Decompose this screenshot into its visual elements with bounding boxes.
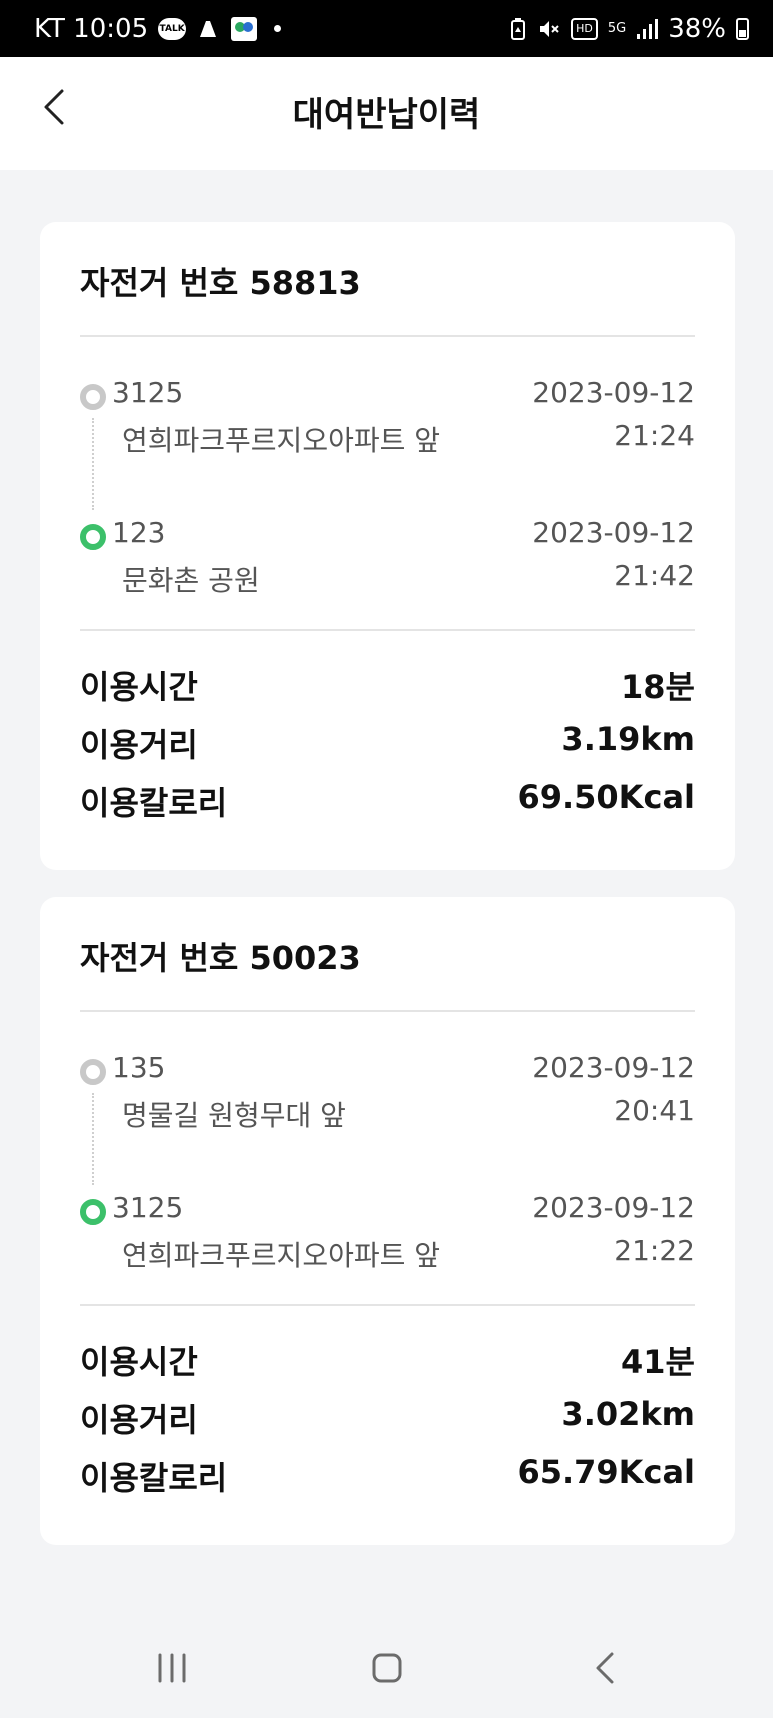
back-icon (596, 1652, 614, 1684)
return-dot-icon (80, 524, 106, 550)
usage-time-value: 41분 (621, 1343, 695, 1381)
usage-calories-label: 이용칼로리 (80, 1459, 228, 1497)
app-icon-2 (230, 16, 258, 42)
return-date: 2023-09-12 (532, 516, 695, 549)
system-nav-bar (0, 1620, 773, 1718)
carrier-time: KT 10:05 (34, 13, 149, 44)
return-date: 2023-09-12 (532, 1191, 695, 1224)
station-number: 135 (112, 1051, 166, 1084)
system-back-button[interactable] (565, 1640, 645, 1696)
station-number: 3125 (112, 1191, 184, 1224)
station-name: 문화촌 공원 (122, 564, 260, 597)
station-name: 연희파크푸르지오아파트 앞 (122, 1239, 441, 1272)
usage-time-row: 이용시간 41분 (80, 1337, 695, 1383)
return-time: 21:22 (614, 1234, 695, 1267)
usage-time-value: 18분 (621, 668, 695, 706)
station-number: 123 (112, 516, 166, 549)
usage-distance-row: 이용거리 3.02km (80, 1395, 695, 1441)
rent-station: 135 명물길 원형무대 앞 2023-09-12 20:41 (80, 1047, 695, 1137)
station-name: 연희파크푸르지오아파트 앞 (122, 424, 441, 457)
usage-distance-row: 이용거리 3.19km (80, 720, 695, 766)
usage-calories-row: 이용칼로리 65.79Kcal (80, 1453, 695, 1499)
header: 대여반납이력 (0, 57, 773, 170)
signal-icon (636, 16, 659, 42)
rent-time: 21:24 (614, 419, 695, 452)
battery-percent: 38% (668, 13, 726, 44)
app-icon (196, 16, 220, 42)
divider (80, 335, 695, 337)
usage-distance-label: 이용거리 (80, 1401, 198, 1439)
rental-card: 자전거 번호 50023 135 명물길 원형무대 앞 2023-09-12 2… (40, 897, 735, 1545)
notification-dot-icon (274, 25, 282, 32)
rent-station: 3125 연희파크푸르지오아파트 앞 2023-09-12 21:24 (80, 372, 695, 462)
station-name: 명물길 원형무대 앞 (122, 1099, 346, 1132)
status-bar: KT 10:05 TALK HD 5G 38% (0, 0, 773, 57)
divider (80, 1304, 695, 1306)
usage-time-row: 이용시간 18분 (80, 662, 695, 708)
hd-icon: HD (571, 17, 598, 40)
usage-calories-value: 65.79Kcal (517, 1453, 695, 1491)
talk-icon: TALK (158, 17, 187, 40)
divider (80, 1010, 695, 1012)
recents-icon (158, 1653, 186, 1683)
return-dot-icon (80, 1199, 106, 1225)
station-number: 3125 (112, 376, 184, 409)
usage-distance-label: 이용거리 (80, 726, 198, 764)
battery-saver-icon (509, 16, 527, 42)
bike-number: 자전거 번호 58813 (80, 264, 361, 302)
divider (80, 629, 695, 631)
rent-dot-icon (80, 1059, 106, 1085)
recents-button[interactable] (132, 1640, 212, 1696)
home-icon (372, 1653, 402, 1683)
return-time: 21:42 (614, 559, 695, 592)
rent-date: 2023-09-12 (532, 376, 695, 409)
usage-distance-value: 3.19km (561, 720, 695, 758)
home-button[interactable] (347, 1640, 427, 1696)
rent-time: 20:41 (614, 1094, 695, 1127)
return-station: 3125 연희파크푸르지오아파트 앞 2023-09-12 21:22 (80, 1187, 695, 1277)
status-right: HD 5G 38% (509, 14, 749, 44)
return-station: 123 문화촌 공원 2023-09-12 21:42 (80, 512, 695, 602)
usage-time-label: 이용시간 (80, 668, 198, 706)
mute-icon (537, 16, 561, 42)
usage-calories-value: 69.50Kcal (517, 778, 695, 816)
usage-time-label: 이용시간 (80, 1343, 198, 1381)
usage-distance-value: 3.02km (561, 1395, 695, 1433)
usage-calories-label: 이용칼로리 (80, 784, 228, 822)
status-left: KT 10:05 TALK (34, 13, 282, 44)
rent-date: 2023-09-12 (532, 1051, 695, 1084)
5g-icon: 5G (607, 21, 627, 36)
rent-dot-icon (80, 384, 106, 410)
battery-icon (736, 17, 749, 40)
usage-calories-row: 이용칼로리 69.50Kcal (80, 778, 695, 824)
bike-number: 자전거 번호 50023 (80, 939, 361, 977)
rental-card: 자전거 번호 58813 3125 연희파크푸르지오아파트 앞 2023-09-… (40, 222, 735, 870)
page-title: 대여반납이력 (292, 95, 481, 135)
